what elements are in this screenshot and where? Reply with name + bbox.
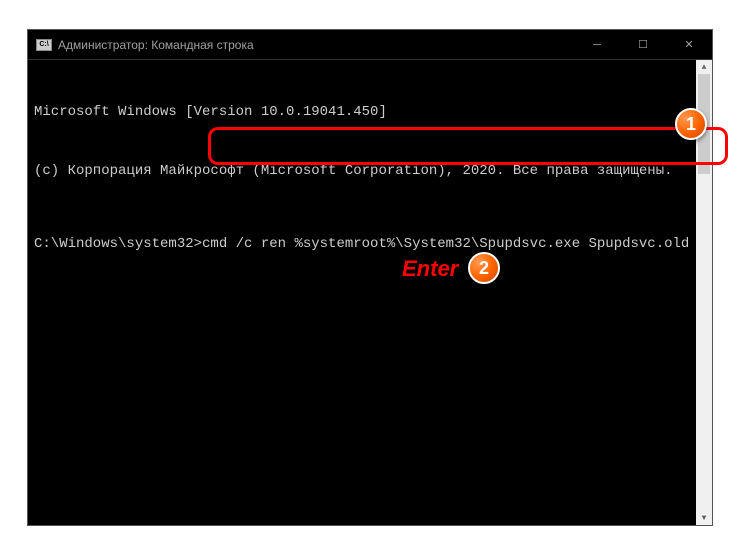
annotation-badge-1: 1 (675, 108, 707, 140)
window-controls: ─ ☐ ✕ (574, 30, 712, 59)
minimize-button[interactable]: ─ (574, 30, 620, 59)
prompt-line: C:\Windows\system32>cmd /c ren %systemro… (34, 235, 706, 255)
version-line: Microsoft Windows [Version 10.0.19041.45… (34, 103, 706, 123)
close-button[interactable]: ✕ (666, 30, 712, 59)
command-text: cmd /c ren %systemroot%\System32\Spupdsv… (202, 236, 689, 252)
cmd-window: C:\ Администратор: Командная строка ─ ☐ … (27, 29, 713, 526)
enter-label: Enter (402, 256, 458, 282)
copyright-line: (c) Корпорация Майкрософт (Microsoft Cor… (34, 162, 706, 182)
titlebar[interactable]: C:\ Администратор: Командная строка ─ ☐ … (28, 30, 712, 60)
prompt-text: C:\Windows\system32> (34, 236, 202, 252)
cmd-icon: C:\ (36, 39, 52, 51)
scroll-up-arrow[interactable]: ▲ (696, 60, 712, 74)
scroll-down-arrow[interactable]: ▼ (696, 511, 712, 525)
window-title: Администратор: Командная строка (58, 38, 574, 52)
terminal-body[interactable]: Microsoft Windows [Version 10.0.19041.45… (28, 60, 712, 525)
annotation-badge-2: 2 (468, 252, 500, 284)
maximize-button[interactable]: ☐ (620, 30, 666, 59)
